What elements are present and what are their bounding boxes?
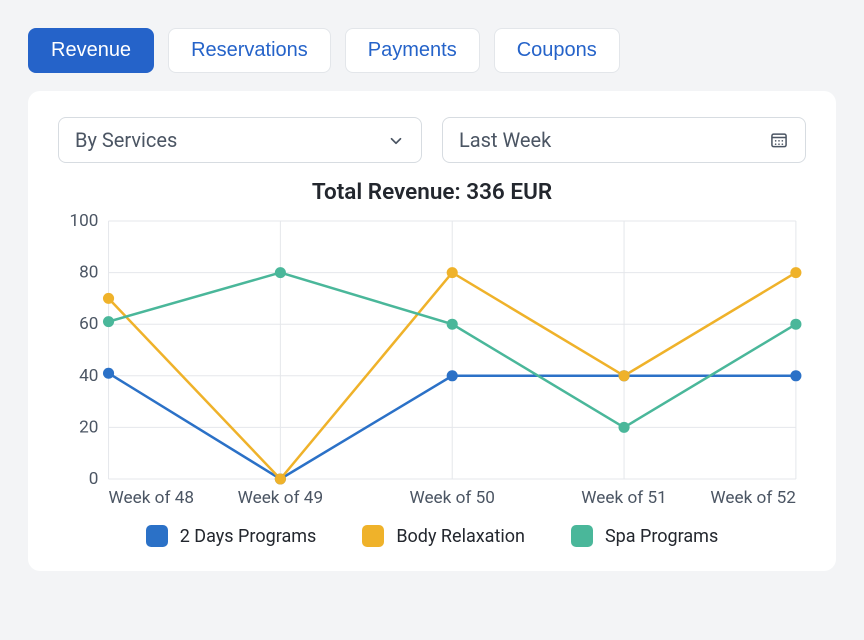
svg-text:40: 40 bbox=[79, 366, 98, 386]
tab-reservations[interactable]: Reservations bbox=[168, 28, 331, 73]
legend-swatch-0 bbox=[146, 525, 168, 547]
legend: 2 Days Programs Body Relaxation Spa Prog… bbox=[58, 525, 806, 547]
chart-area: 0 20 40 60 80 100 Week of 48 Week of 49 Week of … bbox=[58, 211, 806, 511]
legend-swatch-1 bbox=[362, 525, 384, 547]
tab-payments[interactable]: Payments bbox=[345, 28, 480, 73]
legend-label-0: 2 Days Programs bbox=[180, 526, 317, 547]
legend-label-1: Body Relaxation bbox=[396, 526, 525, 547]
svg-text:20: 20 bbox=[79, 417, 98, 437]
svg-text:80: 80 bbox=[79, 263, 98, 283]
filters-row: By Services Last Week bbox=[58, 117, 806, 163]
daterange-select-value: Last Week bbox=[459, 128, 551, 152]
svg-text:100: 100 bbox=[69, 211, 98, 231]
tab-revenue[interactable]: Revenue bbox=[28, 28, 154, 73]
svg-text:Week of 52: Week of 52 bbox=[710, 488, 795, 508]
chart-card: By Services Last Week Total Revenue: 336… bbox=[28, 91, 836, 571]
legend-item-2[interactable]: Spa Programs bbox=[571, 525, 718, 547]
tabs: Revenue Reservations Payments Coupons bbox=[28, 28, 836, 73]
grouping-select[interactable]: By Services bbox=[58, 117, 422, 163]
grouping-select-value: By Services bbox=[75, 128, 177, 152]
calendar-icon bbox=[769, 130, 789, 150]
svg-text:0: 0 bbox=[89, 469, 99, 489]
legend-item-0[interactable]: 2 Days Programs bbox=[146, 525, 317, 547]
tab-coupons[interactable]: Coupons bbox=[494, 28, 620, 73]
svg-text:Week of 51: Week of 51 bbox=[581, 488, 666, 508]
svg-text:Week of 49: Week of 49 bbox=[238, 488, 323, 508]
chevron-down-icon bbox=[387, 131, 405, 149]
legend-label-2: Spa Programs bbox=[605, 526, 718, 547]
svg-text:Week of 50: Week of 50 bbox=[409, 488, 494, 508]
svg-text:Week of 48: Week of 48 bbox=[109, 488, 194, 508]
legend-swatch-2 bbox=[571, 525, 593, 547]
chart-title: Total Revenue: 336 EUR bbox=[58, 179, 806, 205]
daterange-select[interactable]: Last Week bbox=[442, 117, 806, 163]
svg-text:60: 60 bbox=[79, 314, 98, 334]
line-chart: 0 20 40 60 80 100 Week of 48 Week of 49 Week of … bbox=[58, 211, 806, 511]
legend-item-1[interactable]: Body Relaxation bbox=[362, 525, 525, 547]
